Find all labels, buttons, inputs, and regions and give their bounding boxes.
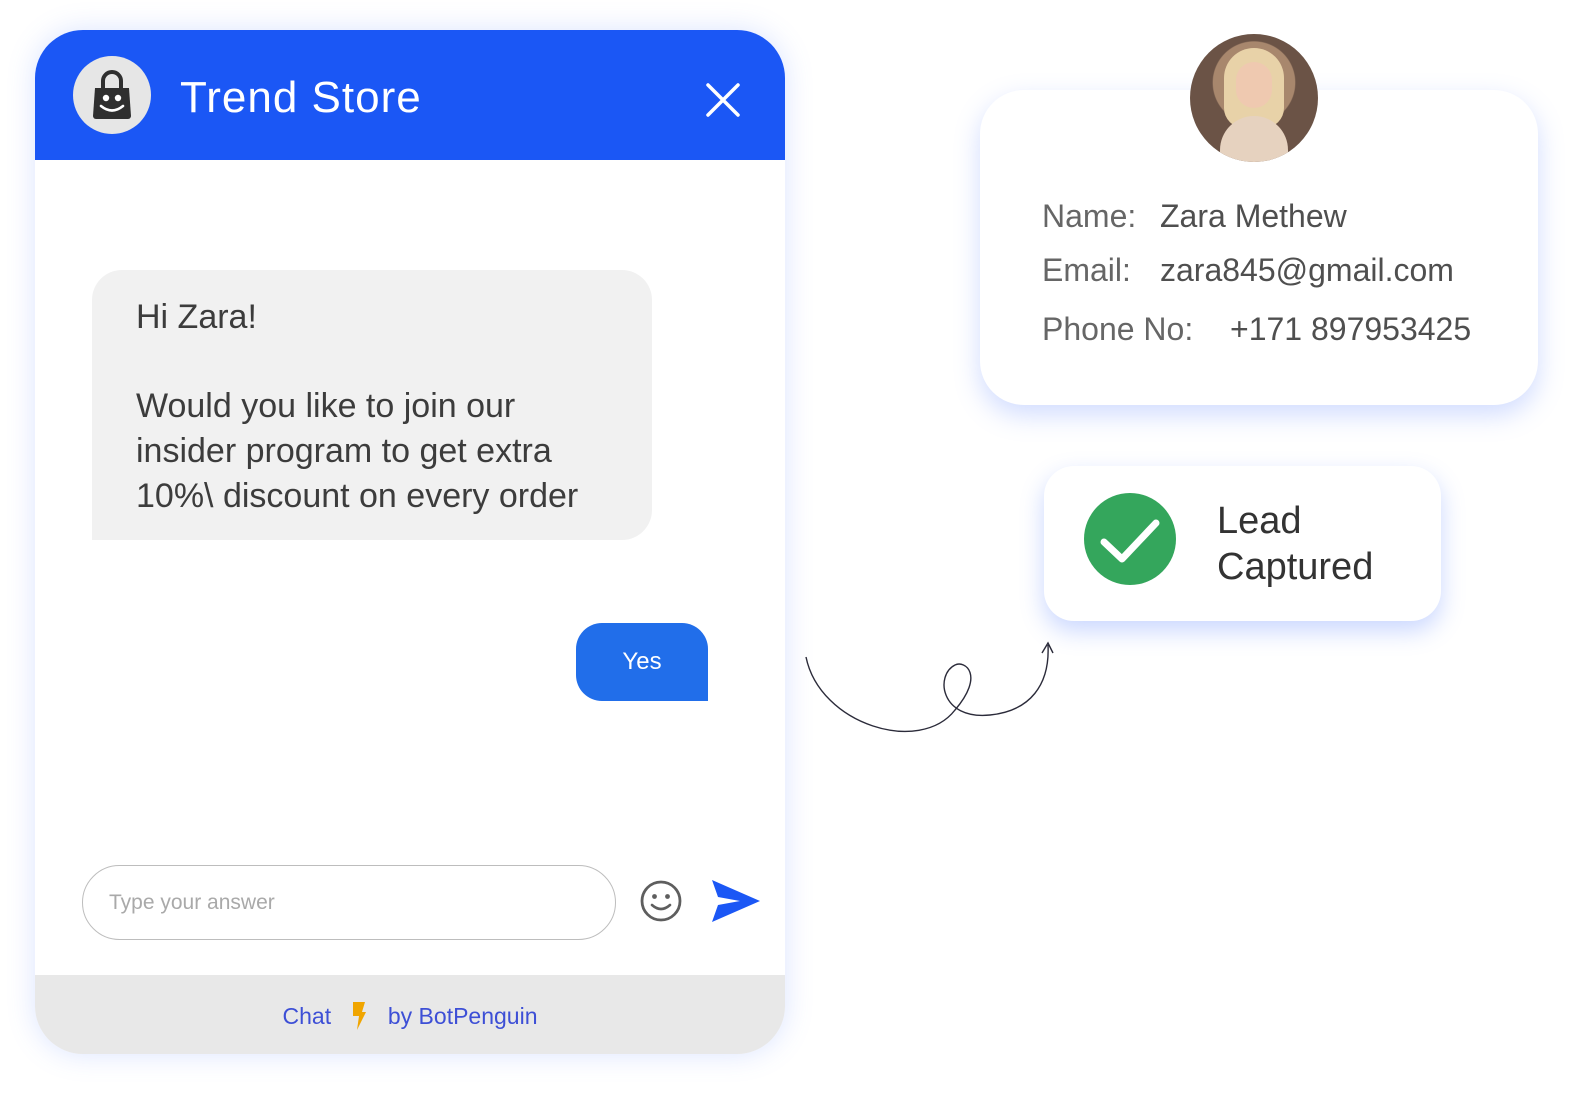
answer-input-wrapper	[82, 865, 616, 940]
bot-message-bubble: Hi Zara! Would you like to join our insi…	[92, 270, 652, 540]
store-logo	[73, 56, 151, 134]
smiley-icon	[640, 880, 682, 922]
answer-input[interactable]	[107, 866, 591, 940]
bot-message-line: insider program to get extra	[136, 432, 552, 470]
avatar	[1190, 34, 1318, 162]
user-reply-yes[interactable]: Yes	[576, 623, 708, 701]
profile-email-value: zara845@gmail.com	[1160, 252, 1454, 288]
profile-phone-label: Phone No:	[1042, 311, 1194, 347]
powered-prefix: Chat	[282, 1002, 332, 1029]
profile-phone-row: Phone No: +171 897953425	[1042, 309, 1471, 349]
lead-captured-card: Lead Captured	[1044, 466, 1441, 621]
profile-phone-value: +171 897953425	[1230, 311, 1472, 347]
close-icon	[706, 83, 740, 117]
profile-name-value: Zara Methew	[1160, 198, 1347, 234]
lightning-bolt-icon	[353, 1001, 367, 1030]
chat-header: Trend Store	[35, 30, 785, 160]
lead-status-text: Lead Captured	[1217, 498, 1373, 590]
check-circle-icon	[1084, 493, 1176, 585]
emoji-button[interactable]	[639, 879, 683, 928]
bot-greeting: Hi Zara!	[136, 298, 257, 336]
bot-message-line: 10%\ discount on every order	[136, 477, 579, 515]
send-icon	[712, 880, 760, 922]
lead-status-line1: Lead	[1217, 500, 1302, 542]
shopping-bag-smile-icon	[93, 70, 131, 119]
profile-email-label: Email:	[1042, 252, 1131, 288]
flow-arrow-icon	[805, 641, 1054, 733]
lead-status-line2: Captured	[1217, 546, 1374, 588]
powered-by-link[interactable]: Chat by BotPenguin	[35, 999, 785, 1031]
close-button[interactable]	[703, 80, 743, 120]
chat-widget: Trend Store Hi Zara! Would you like to j…	[35, 30, 785, 1054]
bot-message-line: Would you like to join our	[136, 387, 516, 425]
profile-email-row: Email: zara845@gmail.com	[1042, 250, 1454, 290]
send-button[interactable]	[710, 878, 762, 929]
chat-footer: Chat by BotPenguin	[35, 975, 785, 1054]
chat-title: Trend Store	[180, 73, 422, 122]
profile-name-label: Name:	[1042, 198, 1137, 234]
powered-suffix: by BotPenguin	[387, 1002, 538, 1029]
profile-name-row: Name: Zara Methew	[1042, 196, 1347, 236]
